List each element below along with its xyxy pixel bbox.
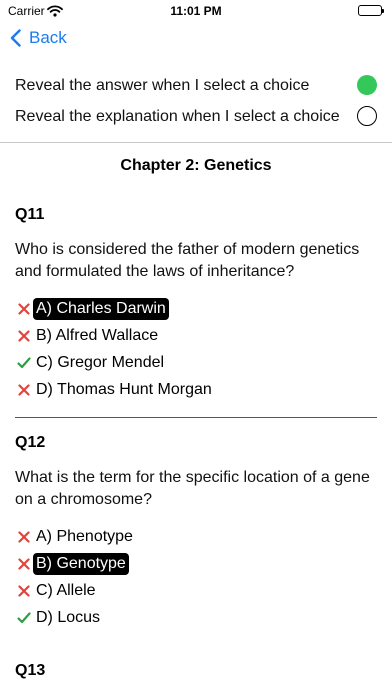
choice-item[interactable]: A) Phenotype <box>15 523 377 550</box>
choice-item[interactable]: C) Allele <box>15 577 377 604</box>
question-text: Who is considered the father of modern g… <box>15 241 360 280</box>
choice-label: B) Genotype <box>33 552 129 575</box>
checkmark-icon <box>15 356 33 369</box>
choice-list: A) Charles Darwin B) Alfred Wallace C) G… <box>15 295 377 403</box>
question-text: What is the term for the specific locati… <box>15 469 370 508</box>
back-label: Back <box>29 28 67 47</box>
cross-icon <box>15 329 33 342</box>
cross-icon <box>15 530 33 543</box>
choice-item[interactable]: B) Alfred Wallace <box>15 322 377 349</box>
question-number: Q13 <box>15 662 46 679</box>
choice-item[interactable]: D) Thomas Hunt Morgan <box>15 376 377 403</box>
choice-list: A) Phenotype B) Genotype C) Allele D) Lo… <box>15 523 377 631</box>
checkmark-icon <box>15 611 33 624</box>
choice-label: B) Alfred Wallace <box>36 326 159 344</box>
question-number: Q12 <box>15 434 46 451</box>
question-number: Q11 <box>15 206 45 223</box>
chapter-title: Chapter 2: Genetics <box>120 157 272 174</box>
choice-item[interactable]: C) Gregor Mendel <box>15 349 377 376</box>
toggle-off-indicator[interactable] <box>357 106 377 126</box>
choice-item[interactable]: A) Charles Darwin <box>15 295 377 322</box>
choice-item[interactable]: D) Locus <box>15 604 377 631</box>
settings-divider <box>0 142 392 143</box>
choice-label: D) Locus <box>36 608 101 626</box>
question-card: Q12 What is the term for the specific lo… <box>15 434 377 631</box>
question-card: Q13 <box>15 662 377 680</box>
setting-label: Reveal the answer when I select a choice <box>15 76 310 94</box>
setting-reveal-explanation[interactable]: Reveal the explanation when I select a c… <box>0 101 392 132</box>
back-button[interactable]: Back <box>10 28 67 48</box>
choice-label: C) Gregor Mendel <box>36 353 165 371</box>
setting-label: Reveal the explanation when I select a c… <box>15 107 340 125</box>
chevron-left-icon <box>10 29 21 47</box>
choice-label: C) Allele <box>36 581 96 599</box>
question-card: Q11 Who is considered the father of mode… <box>15 206 377 418</box>
cross-icon <box>15 584 33 597</box>
status-bar: Carrier 11:01 PM <box>0 0 392 22</box>
setting-reveal-answer[interactable]: Reveal the answer when I select a choice <box>0 70 392 101</box>
battery-icon <box>358 5 384 16</box>
choice-label: A) Charles Darwin <box>33 297 169 320</box>
cross-icon <box>15 302 33 315</box>
choice-label: D) Thomas Hunt Morgan <box>36 380 212 398</box>
navigation-bar: Back <box>0 26 392 56</box>
cross-icon <box>15 383 33 396</box>
toggle-on-indicator[interactable] <box>357 75 377 95</box>
choice-item[interactable]: B) Genotype <box>15 550 377 577</box>
choice-label: A) Phenotype <box>36 527 133 545</box>
settings-list: Reveal the answer when I select a choice… <box>0 70 392 132</box>
clock: 11:01 PM <box>170 4 222 18</box>
question-divider <box>15 417 377 418</box>
cross-icon <box>15 557 33 570</box>
